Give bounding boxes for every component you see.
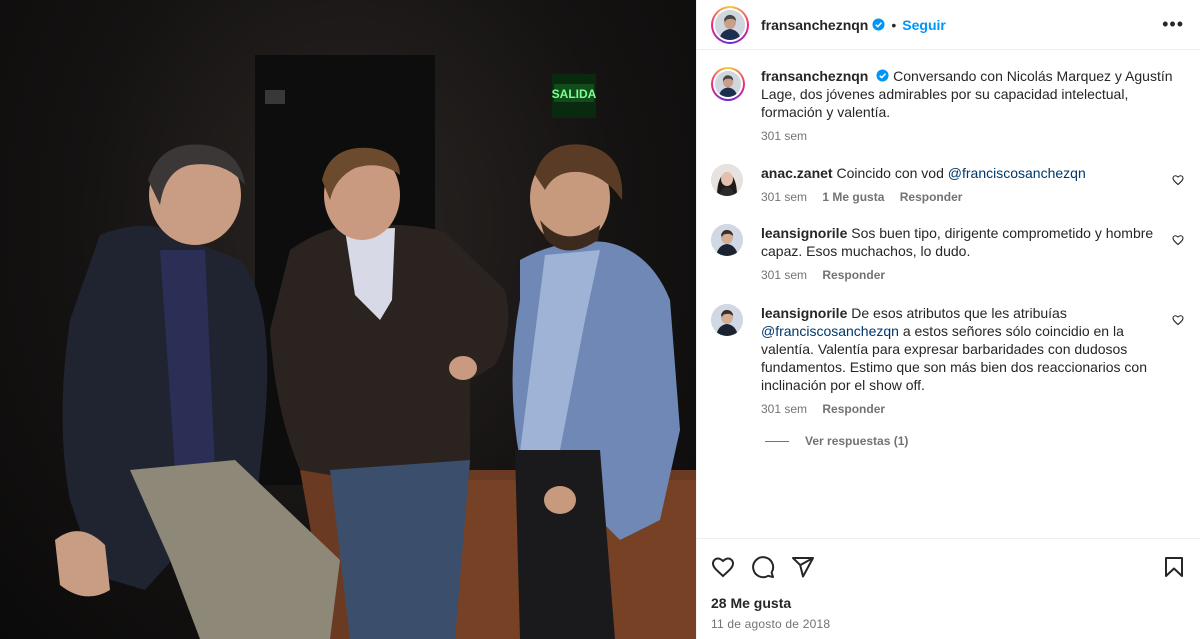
comment-username[interactable]: leansignorile bbox=[761, 305, 847, 321]
comment-row: anac.zanet Coincido con vod @franciscosa… bbox=[711, 164, 1186, 204]
comment-mention[interactable]: @franciscosanchezqn bbox=[761, 323, 899, 339]
bookmark-icon[interactable] bbox=[1162, 555, 1186, 579]
heart-icon[interactable] bbox=[1172, 314, 1184, 326]
caption-avatar[interactable] bbox=[711, 67, 745, 101]
post-date: 11 de agosto de 2018 bbox=[711, 617, 831, 631]
author-username[interactable]: fransancheznqn bbox=[761, 17, 868, 33]
heart-icon[interactable] bbox=[1172, 234, 1184, 246]
share-icon[interactable] bbox=[791, 555, 815, 579]
heart-icon[interactable] bbox=[711, 555, 735, 579]
comment-time: 301 sem bbox=[761, 190, 808, 204]
comment-row: leansignorile De esos atributos que les … bbox=[711, 304, 1186, 416]
avatar-portrait-icon bbox=[711, 304, 743, 336]
comment-time: 301 sem bbox=[761, 402, 808, 416]
avatar-portrait-icon bbox=[711, 224, 743, 256]
comment-mention[interactable]: @franciscosanchezqn bbox=[948, 165, 1086, 181]
heart-icon[interactable] bbox=[1172, 174, 1184, 186]
comments-list[interactable]: fransancheznqn Conversando con Nicolás M… bbox=[697, 51, 1200, 538]
comment-time: 301 sem bbox=[761, 268, 808, 282]
reply-button[interactable]: Responder bbox=[822, 268, 885, 282]
reply-button[interactable]: Responder bbox=[900, 190, 963, 204]
author-avatar[interactable] bbox=[711, 5, 749, 44]
view-replies-button[interactable]: Ver respuestas (1) bbox=[765, 434, 1186, 448]
comment-likes[interactable]: 1 Me gusta bbox=[822, 190, 884, 204]
comment-username[interactable]: anac.zanet bbox=[761, 165, 833, 181]
exit-sign-text: SALIDA bbox=[552, 87, 597, 101]
post-header: fransancheznqn • Seguir ••• bbox=[697, 0, 1200, 50]
avatar-portrait-icon bbox=[715, 71, 741, 97]
reply-button[interactable]: Responder bbox=[822, 402, 885, 416]
post-photo-illustration: SALIDA bbox=[55, 55, 696, 639]
commenter-avatar[interactable] bbox=[711, 224, 743, 256]
post-sidebar: fransancheznqn • Seguir ••• fransanchezn… bbox=[696, 0, 1200, 639]
comment-row: leansignorile Sos buen tipo, dirigente c… bbox=[711, 224, 1186, 282]
likes-count[interactable]: 28 Me gusta bbox=[711, 595, 1186, 611]
verified-badge-icon bbox=[872, 18, 885, 31]
commenter-avatar[interactable] bbox=[711, 304, 743, 336]
avatar-portrait-icon bbox=[711, 164, 743, 196]
comment-username[interactable]: leansignorile bbox=[761, 225, 847, 241]
verified-badge-icon bbox=[876, 69, 889, 82]
avatar-portrait-icon bbox=[715, 9, 745, 40]
comment-icon[interactable] bbox=[751, 555, 775, 579]
caption-username[interactable]: fransancheznqn bbox=[761, 68, 868, 84]
caption-row: fransancheznqn Conversando con Nicolás M… bbox=[711, 67, 1186, 143]
commenter-avatar[interactable] bbox=[711, 164, 743, 196]
follow-button[interactable]: Seguir bbox=[902, 17, 946, 33]
more-options-icon[interactable]: ••• bbox=[1162, 14, 1184, 35]
post-actions: 28 Me gusta 11 de agosto de 2018 bbox=[697, 538, 1200, 639]
separator-dot: • bbox=[891, 16, 897, 33]
caption-time: 301 sem bbox=[761, 129, 808, 143]
comment-text: De esos atributos que les atribuías bbox=[851, 305, 1067, 321]
replies-divider bbox=[765, 440, 789, 442]
comment-text: Coincido con vod bbox=[836, 165, 948, 181]
post-photo: SALIDA bbox=[0, 0, 696, 639]
view-replies-label: Ver respuestas (1) bbox=[805, 434, 909, 448]
